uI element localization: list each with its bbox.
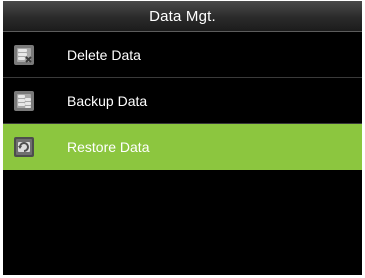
backup-data-icon (14, 91, 34, 111)
menu-list: Delete Data Backup Data Restore Data (3, 32, 362, 170)
device-screen: Data Mgt. Delete Data Backup Data Restor… (3, 1, 362, 275)
delete-data-icon (14, 45, 34, 65)
menu-item-backup-data[interactable]: Backup Data (3, 78, 362, 124)
menu-item-label: Backup Data (67, 92, 148, 109)
menu-item-delete-data[interactable]: Delete Data (3, 32, 362, 78)
menu-item-label: Restore Data (67, 138, 150, 155)
page-title: Data Mgt. (149, 7, 216, 25)
restore-data-icon (14, 137, 34, 157)
menu-item-restore-data[interactable]: Restore Data (3, 124, 362, 170)
title-bar: Data Mgt. (3, 1, 362, 32)
menu-item-label: Delete Data (67, 46, 141, 63)
